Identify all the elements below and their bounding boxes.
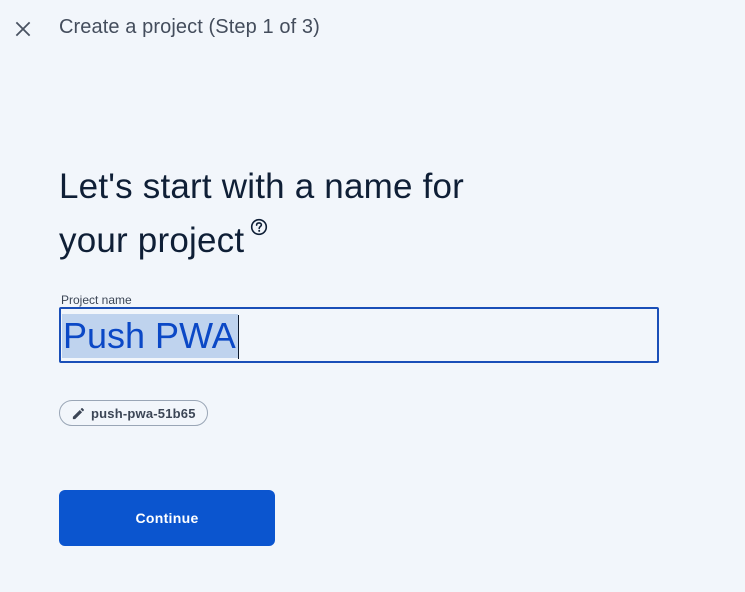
text-caret [238, 315, 239, 359]
top-bar: Create a project (Step 1 of 3) [0, 0, 745, 58]
step-title: Create a project (Step 1 of 3) [59, 16, 320, 38]
project-id-chip[interactable]: push-pwa-51b65 [59, 400, 208, 426]
close-button[interactable] [8, 14, 38, 44]
project-name-input[interactable]: Push PWA [59, 307, 659, 363]
continue-button[interactable]: Continue [59, 490, 275, 546]
project-id-label: push-pwa-51b65 [91, 405, 196, 421]
page-heading: Let's start with a name for your project [59, 160, 579, 268]
help-circle-icon[interactable] [250, 218, 268, 236]
heading-line-2: your project [59, 214, 579, 268]
heading-line-1: Let's start with a name for [59, 167, 465, 206]
heading-line-2-text: your project [59, 221, 245, 260]
project-name-value: Push PWA [62, 314, 238, 358]
project-name-label: Project name [61, 293, 132, 307]
close-icon [15, 21, 31, 37]
pencil-icon [72, 407, 84, 419]
